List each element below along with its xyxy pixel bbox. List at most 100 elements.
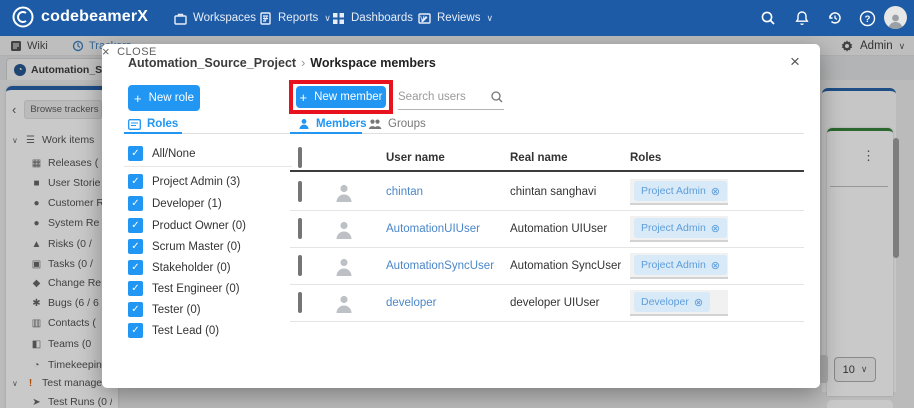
menu-dashboards[interactable]: Dashboards∨ — [332, 0, 426, 36]
roles-field: Project Admin⊗ — [630, 179, 728, 205]
member-row: AutomationSyncUser Automation SyncUser P… — [290, 248, 804, 285]
checkbox-checked-icon[interactable]: ✓ — [128, 239, 143, 254]
chevron-down-icon: ∨ — [486, 13, 493, 24]
breadcrumb: Automation_Source_Project › Workspace memb… — [128, 56, 436, 70]
roles-field: Project Admin⊗ — [630, 253, 728, 279]
role-filter-scrum-master[interactable]: ✓Scrum Master (0) — [128, 236, 241, 257]
tab-roles-label: Roles — [147, 118, 178, 130]
user-name-link[interactable]: AutomationSyncUser — [386, 260, 510, 272]
user-avatar[interactable] — [884, 6, 907, 29]
role-filter-all-none[interactable]: ✓All/None — [128, 143, 195, 164]
active-tab-underline — [290, 132, 362, 134]
tab-members-label: Members — [316, 118, 367, 130]
search-icon[interactable] — [757, 7, 779, 29]
checkbox-checked-icon[interactable]: ✓ — [128, 281, 143, 296]
tab-roles[interactable]: Roles — [128, 118, 178, 130]
help-icon[interactable]: ? — [856, 7, 878, 29]
checkbox-checked-icon[interactable]: ✓ — [128, 323, 143, 338]
menu-workspaces[interactable]: Workspaces∨ — [174, 0, 269, 36]
person-icon — [298, 118, 310, 130]
member-row: chintan chintan sanghavi Project Admin⊗ — [290, 174, 804, 211]
user-name-link[interactable]: AutomationUIUser — [386, 223, 510, 235]
tabline — [290, 133, 804, 134]
checkbox-checked-icon[interactable]: ✓ — [128, 218, 143, 233]
row-checkbox[interactable] — [298, 181, 302, 202]
role-filter-test-engineer[interactable]: ✓Test Engineer (0) — [128, 278, 240, 299]
workspace-members-modal: Automation_Source_Project › Workspace memb… — [102, 44, 820, 388]
real-name: Automation SyncUser — [510, 260, 630, 272]
remove-role-icon[interactable]: ⊗ — [711, 222, 720, 235]
role-chip: Project Admin⊗ — [634, 218, 727, 238]
report-icon — [259, 12, 272, 25]
member-row: AutomationUIUser Automation UIUser Proje… — [290, 211, 804, 248]
menu-label: Reports — [278, 12, 318, 24]
remove-role-icon[interactable]: ⊗ — [711, 259, 720, 272]
breadcrumb-project: Automation_Source_Project — [128, 56, 296, 70]
brand-name: codebeamerX — [41, 8, 148, 26]
roles-field: Developer⊗ — [630, 290, 728, 316]
role-filter-product-owner[interactable]: ✓Product Owner (0) — [128, 215, 246, 236]
notifications-bell-icon[interactable] — [791, 7, 813, 29]
role-filter-developer[interactable]: ✓Developer (1) — [128, 193, 222, 214]
menu-label: Reviews — [437, 12, 480, 24]
real-name: Automation UIUser — [510, 223, 630, 235]
page-title: Workspace members — [310, 56, 436, 70]
plus-icon: + — [134, 91, 142, 106]
header-roles: Roles — [630, 152, 790, 164]
briefcase-icon — [174, 12, 187, 25]
dashboard-grid-icon — [332, 12, 345, 25]
checkbox-checked-icon[interactable]: ✓ — [128, 146, 143, 161]
codebeamer-logo-icon — [12, 6, 34, 28]
role-chip: Project Admin⊗ — [634, 255, 727, 275]
roles-card-icon — [128, 119, 141, 130]
user-name-link[interactable]: developer — [386, 297, 510, 309]
group-icon — [368, 118, 382, 130]
tab-groups[interactable]: Groups — [368, 118, 426, 130]
roles-field: Project Admin⊗ — [630, 216, 728, 242]
checkbox-checked-icon[interactable]: ✓ — [128, 260, 143, 275]
history-icon[interactable] — [824, 7, 846, 29]
screen: codebeamerX Workspaces∨ Reports∨ Dashboa… — [0, 0, 914, 408]
svg-text:?: ? — [864, 14, 870, 25]
list-divider — [124, 166, 292, 167]
tab-groups-label: Groups — [388, 118, 426, 130]
avatar-placeholder-icon — [334, 219, 386, 239]
role-chip: Project Admin⊗ — [634, 181, 727, 201]
active-tab-underline — [124, 132, 182, 134]
row-checkbox[interactable] — [298, 218, 302, 239]
remove-role-icon[interactable]: ⊗ — [694, 296, 703, 309]
search-icon[interactable] — [490, 90, 504, 104]
select-all-checkbox[interactable] — [298, 147, 302, 168]
checkbox-checked-icon[interactable]: ✓ — [128, 196, 143, 211]
header-real-name: Real name — [510, 152, 630, 164]
review-icon — [418, 12, 431, 25]
real-name: chintan sanghavi — [510, 186, 630, 198]
breadcrumb-separator: › — [301, 56, 305, 70]
user-name-link[interactable]: chintan — [386, 186, 510, 198]
plus-icon: + — [300, 90, 308, 105]
role-filter-stakeholder[interactable]: ✓Stakeholder (0) — [128, 257, 231, 278]
row-checkbox[interactable] — [298, 255, 302, 276]
search-users-field — [398, 84, 504, 110]
checkbox-checked-icon[interactable]: ✓ — [128, 302, 143, 317]
search-users-input[interactable] — [398, 91, 490, 103]
role-chip: Developer⊗ — [634, 292, 710, 312]
menu-label: Workspaces — [193, 12, 256, 24]
role-filter-tester[interactable]: ✓Tester (0) — [128, 299, 201, 320]
members-table-header: User name Real name Roles — [290, 146, 804, 172]
menu-reports[interactable]: Reports∨ — [259, 0, 331, 36]
new-role-button[interactable]: +New role — [128, 85, 200, 111]
menu-label: Dashboards — [351, 12, 413, 24]
role-filter-test-lead[interactable]: ✓Test Lead (0) — [128, 320, 219, 341]
avatar-placeholder-icon — [334, 293, 386, 313]
app-logo[interactable]: codebeamerX — [12, 6, 148, 28]
row-checkbox[interactable] — [298, 292, 302, 313]
checkbox-checked-icon[interactable]: ✓ — [128, 174, 143, 189]
remove-role-icon[interactable]: ⊗ — [711, 185, 720, 198]
new-member-button[interactable]: +New member — [296, 86, 386, 108]
role-filter-project-admin[interactable]: ✓Project Admin (3) — [128, 171, 240, 192]
avatar-placeholder-icon — [334, 182, 386, 202]
menu-reviews[interactable]: Reviews ∨ — [418, 0, 493, 36]
close-icon[interactable]: × — [790, 52, 800, 72]
tab-members[interactable]: Members — [298, 118, 367, 130]
